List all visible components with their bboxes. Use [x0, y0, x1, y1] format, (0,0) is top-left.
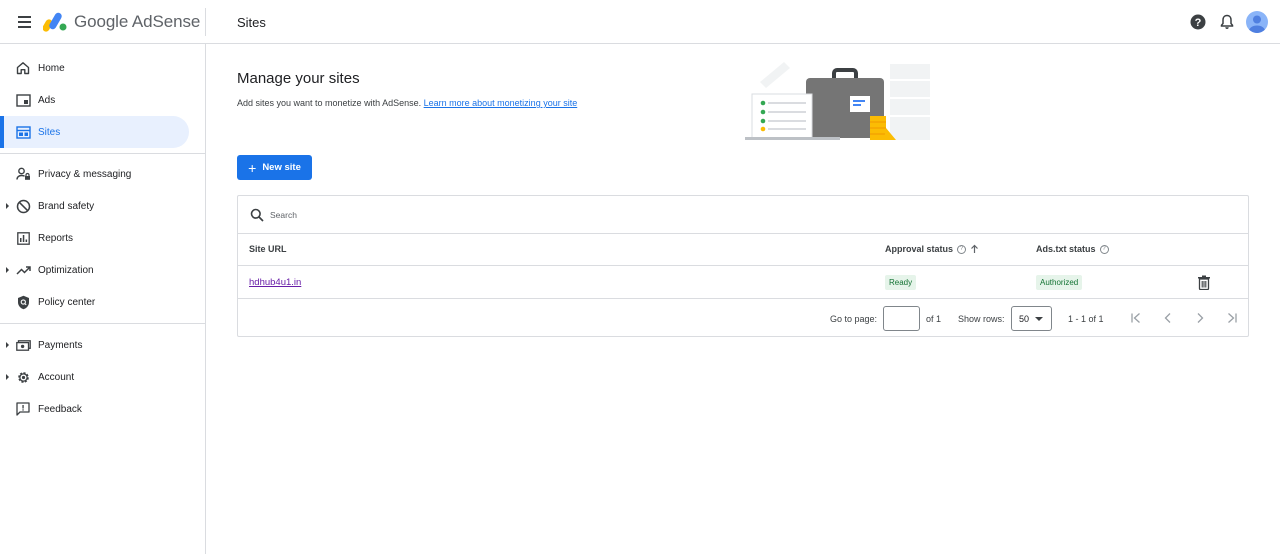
sidebar-item-feedback[interactable]: Feedback	[0, 393, 189, 425]
sidebar-item-brand-safety[interactable]: Brand safety	[0, 190, 189, 222]
first-page-button[interactable]	[1128, 310, 1144, 326]
help-outline-icon[interactable]: ?	[957, 244, 967, 254]
sidebar-divider	[0, 323, 205, 324]
approval-status-badge: Ready	[885, 275, 917, 290]
sidebar-item-home[interactable]: Home	[0, 52, 189, 84]
sidebar-item-label: Reports	[38, 232, 74, 244]
svg-text:?: ?	[1195, 17, 1202, 29]
page-count-label: of 1	[926, 314, 942, 324]
column-header-adstxt-status[interactable]: Ads.txt status ?	[1036, 244, 1109, 254]
column-header-label: Ads.txt status	[1036, 244, 1096, 254]
bell-icon[interactable]	[1217, 12, 1237, 32]
chevron-right-icon	[1197, 313, 1204, 323]
sidebar-item-label: Optimization	[38, 264, 94, 276]
rows-per-page-value: 50	[1019, 313, 1030, 324]
sidebar-item-label: Account	[38, 371, 75, 383]
sidebar: Home Ads Sites Privacy & messaging Brand…	[0, 44, 206, 554]
expand-caret-icon[interactable]	[6, 342, 9, 348]
sidebar-item-reports[interactable]: Reports	[0, 222, 189, 254]
ads-icon	[15, 92, 31, 108]
search-bar	[238, 196, 1248, 234]
plus-icon: +	[248, 159, 257, 176]
sort-arrow-up-icon[interactable]	[970, 244, 979, 254]
home-icon	[15, 60, 31, 76]
adsense-logo-icon	[43, 12, 67, 32]
next-page-button[interactable]	[1192, 310, 1208, 326]
gear-icon	[15, 369, 31, 385]
header-divider	[205, 8, 206, 36]
sidebar-item-label: Home	[38, 62, 65, 74]
sidebar-item-optimization[interactable]: Optimization	[0, 254, 189, 286]
sites-icon	[15, 124, 31, 140]
expand-caret-icon[interactable]	[6, 267, 9, 273]
first-page-icon	[1131, 313, 1140, 323]
new-site-button[interactable]: + New site	[237, 155, 312, 180]
column-header-label: Approval status	[885, 244, 954, 254]
site-url-link[interactable]: hdhub4u1.in	[249, 277, 301, 288]
search-icon	[250, 208, 264, 222]
dropdown-arrow-icon	[1035, 317, 1043, 321]
adstxt-status-badge: Authorized	[1036, 275, 1083, 290]
sidebar-item-label: Ads	[38, 94, 56, 106]
sidebar-item-label: Payments	[38, 339, 83, 351]
sidebar-item-label: Privacy & messaging	[38, 168, 132, 180]
chevron-left-icon	[1164, 313, 1171, 323]
brand-name: Google AdSense	[74, 12, 200, 32]
avatar[interactable]	[1246, 11, 1268, 33]
show-rows-label: Show rows:	[958, 314, 1005, 324]
sidebar-item-payments[interactable]: Payments	[0, 329, 189, 361]
block-icon	[15, 198, 31, 214]
sidebar-item-account[interactable]: Account	[0, 361, 189, 393]
last-page-icon	[1228, 313, 1237, 323]
sidebar-item-label: Brand safety	[38, 200, 95, 212]
help-outline-icon[interactable]: ?	[1099, 244, 1109, 254]
goto-page-label: Go to page:	[830, 314, 878, 324]
rows-per-page-select[interactable]: 50	[1011, 306, 1052, 331]
sites-illustration	[745, 62, 930, 140]
reports-icon	[15, 230, 31, 246]
sidebar-item-label: Feedback	[38, 403, 82, 415]
search-input[interactable]	[270, 207, 670, 223]
payments-icon	[15, 337, 31, 353]
column-header-approval-status[interactable]: Approval status ?	[885, 244, 979, 254]
sidebar-divider	[0, 153, 205, 154]
section-title: Manage your sites	[237, 70, 360, 87]
brand-product: AdSense	[131, 12, 201, 31]
menu-icon[interactable]	[12, 10, 36, 34]
pagination: Go to page: of 1 Show rows: 50 1 - 1 of …	[238, 300, 1248, 337]
previous-page-button[interactable]	[1160, 310, 1176, 326]
subtitle-text: Add sites you want to monetize with AdSe…	[237, 98, 422, 108]
table-header: Site URL Approval status ? Ads.txt statu…	[238, 234, 1248, 266]
brand-google: Google	[74, 12, 129, 31]
sidebar-item-ads[interactable]: Ads	[0, 84, 189, 116]
sidebar-item-label: Sites	[38, 126, 61, 138]
new-site-label: New site	[262, 162, 301, 173]
delete-icon[interactable]	[1197, 275, 1211, 290]
goto-page-input[interactable]	[883, 306, 920, 331]
sidebar-item-policy-center[interactable]: Policy center	[0, 286, 189, 318]
table-row: hdhub4u1.in Ready Authorized	[238, 266, 1248, 299]
sidebar-item-sites[interactable]: Sites	[0, 116, 189, 148]
sites-table: Site URL Approval status ? Ads.txt statu…	[237, 195, 1249, 337]
top-app-bar: Google AdSense Sites ?	[0, 0, 1280, 44]
column-header-label: Site URL	[249, 244, 287, 254]
column-header-site-url[interactable]: Site URL	[249, 244, 287, 254]
privacy-icon	[15, 166, 31, 182]
expand-caret-icon[interactable]	[6, 374, 9, 380]
section-subtitle: Add sites you want to monetize with AdSe…	[237, 98, 577, 108]
page-range-label: 1 - 1 of 1	[1068, 314, 1104, 324]
trending-icon	[15, 262, 31, 278]
last-page-button[interactable]	[1224, 310, 1240, 326]
learn-more-link[interactable]: Learn more about monetizing your site	[424, 98, 578, 108]
shield-icon	[15, 294, 31, 310]
sidebar-item-privacy[interactable]: Privacy & messaging	[0, 158, 189, 190]
sidebar-item-label: Policy center	[38, 296, 96, 308]
help-icon[interactable]: ?	[1188, 12, 1208, 32]
page-title: Sites	[237, 15, 266, 30]
feedback-icon	[15, 401, 31, 417]
expand-caret-icon[interactable]	[6, 203, 9, 209]
